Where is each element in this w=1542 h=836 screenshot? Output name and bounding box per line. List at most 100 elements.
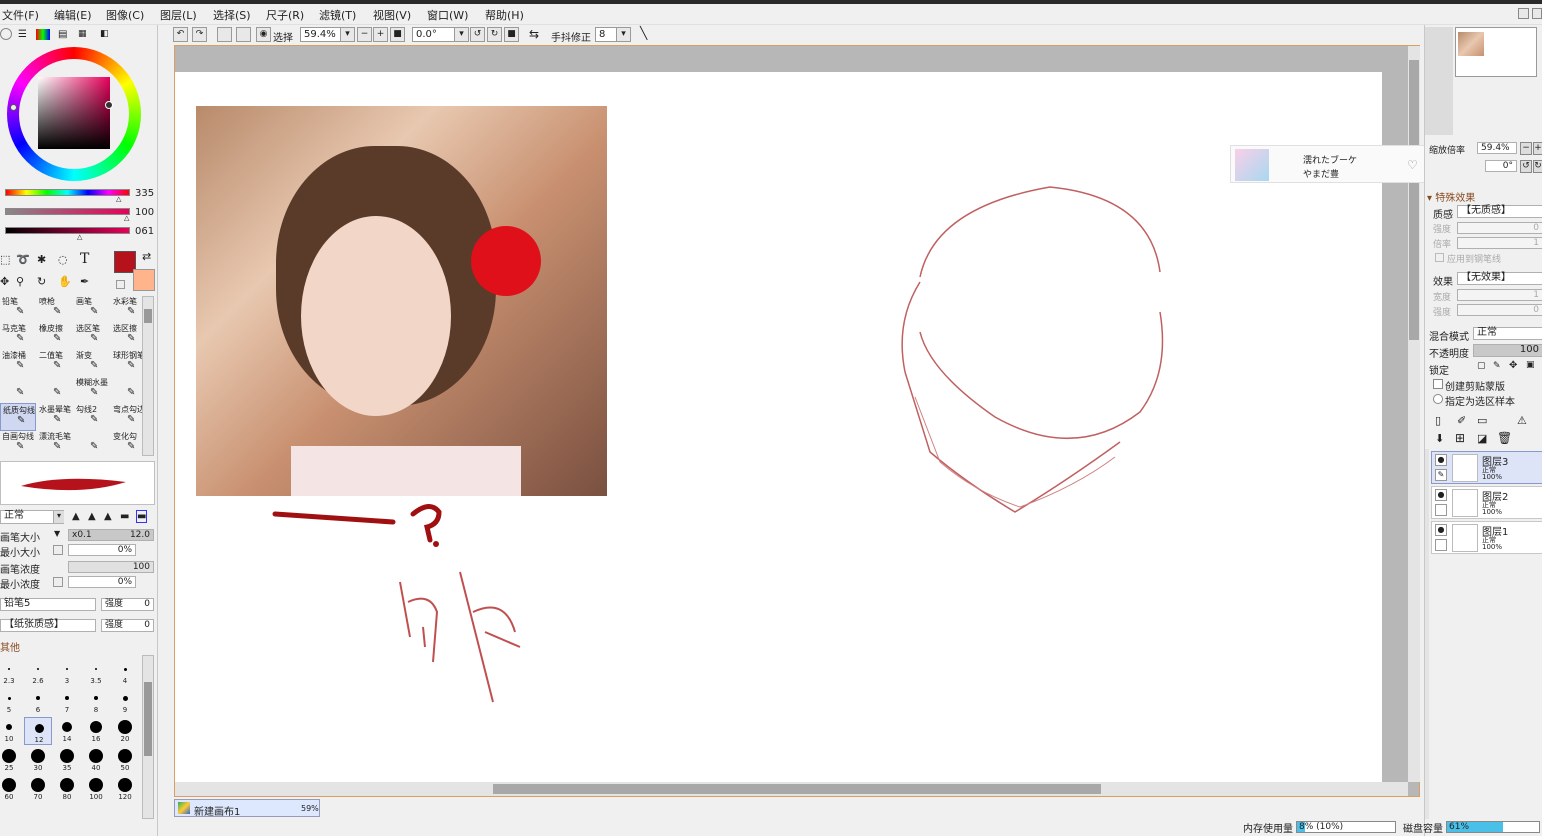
tip-round-icon[interactable]: ▲ <box>88 511 96 522</box>
swatch-mode-icon[interactable]: ▤ <box>58 29 67 40</box>
brush-tool-2-1[interactable]: 二值笔 ✎ <box>37 349 73 377</box>
redo-button[interactable]: ↷ <box>192 27 207 42</box>
min-density-slider[interactable]: 0% <box>68 576 136 588</box>
merge-down-icon[interactable]: ⬇ <box>1435 432 1444 445</box>
brush-size-slider[interactable]: x0.1 12.0 <box>68 529 154 541</box>
nav-zoom-in-button[interactable]: + <box>1533 142 1542 155</box>
palette-mode-icon[interactable] <box>36 29 50 40</box>
select-pen-icon[interactable]: ◌ <box>58 253 68 266</box>
new-layer-icon[interactable]: ▯ <box>1435 414 1441 427</box>
minimize-button[interactable] <box>1518 8 1529 19</box>
clip-mask-checkbox[interactable] <box>1433 379 1443 389</box>
brush-size-option[interactable]: 3.5 <box>82 659 110 687</box>
brush-tool-3-1[interactable]: ✎ <box>37 376 73 404</box>
restore-button[interactable] <box>1532 8 1542 19</box>
menu-ruler[interactable]: 尺子(R) <box>266 7 304 23</box>
nav-rotate-right-button[interactable]: ↻ <box>1533 160 1542 173</box>
brush-size-option[interactable]: 3 <box>53 659 81 687</box>
nav-zoom-field[interactable]: 59.4% <box>1477 142 1517 154</box>
brush-size-option[interactable]: 8 <box>82 688 110 716</box>
rotation-dropdown[interactable]: ▾ <box>454 27 469 42</box>
brush-size-option[interactable]: 120 <box>111 775 139 803</box>
menu-file[interactable]: 文件(F) <box>2 7 39 23</box>
secondary-color-swatch[interactable] <box>133 269 155 291</box>
zoom-out-button[interactable]: − <box>357 27 372 42</box>
nav-rotation-field[interactable]: 0° <box>1485 160 1517 172</box>
move-icon[interactable]: ✥ <box>0 275 9 288</box>
brush-size-option[interactable]: 10 <box>0 717 23 745</box>
layer-lock-icon[interactable] <box>1435 504 1447 516</box>
menu-select[interactable]: 选择(S) <box>213 7 251 23</box>
brush-tool-3-0[interactable]: ✎ <box>0 376 36 404</box>
tip-sharp-icon[interactable]: ▲ <box>72 511 80 522</box>
brush-size-option[interactable]: 70 <box>24 775 52 803</box>
brush-tool-5-0[interactable]: 自画勾线 ✎ <box>0 430 36 458</box>
brush-size-option[interactable]: 6 <box>24 688 52 716</box>
lasso-icon[interactable]: ➰ <box>16 253 30 266</box>
brush-tool-1-1[interactable]: 橡皮擦 ✎ <box>37 322 73 350</box>
tip-square-icon[interactable]: ▬ <box>136 510 148 523</box>
rotation-reset-button[interactable]: ■ <box>504 27 519 42</box>
layer-visibility-icon[interactable]: ● <box>1435 524 1447 536</box>
apply-pen-checkbox[interactable] <box>1435 253 1444 262</box>
brush-size-option[interactable]: 14 <box>53 717 81 745</box>
texture-select[interactable]: 【无质感】 <box>1457 205 1542 218</box>
deselect-button[interactable] <box>217 27 232 42</box>
lock-transparency-icon[interactable]: ▢ <box>1477 361 1486 371</box>
layer-blend-select[interactable]: 正常 <box>1473 327 1542 340</box>
color-mixer-mode-icon[interactable]: ◧ <box>100 29 109 39</box>
brush-tool-4-1[interactable]: 水墨晕笔 ✎ <box>37 403 73 431</box>
stabilizer-dropdown[interactable]: ▾ <box>616 27 631 42</box>
tool-grid-scrollbar[interactable] <box>142 296 154 456</box>
brush-tool-4-2[interactable]: 勾线2 ✎ <box>74 403 110 431</box>
brush-tool-5-1[interactable]: 漂流毛笔 ✎ <box>37 430 73 458</box>
brush-density-slider[interactable]: 100 <box>68 561 154 573</box>
size-grid-scrollbar[interactable] <box>142 655 154 819</box>
hand-tool-icon[interactable]: ✋ <box>58 275 72 288</box>
brush-tool-1-2[interactable]: 选区笔 ✎ <box>74 322 110 350</box>
brush-size-option[interactable]: 60 <box>0 775 23 803</box>
menu-help[interactable]: 帮助(H) <box>485 7 524 23</box>
brush-shape-select[interactable]: 铅笔5 <box>0 598 96 611</box>
strength-field[interactable]: 0 <box>1457 222 1542 234</box>
add-layer-icon[interactable]: ⊞ <box>1455 431 1465 445</box>
color-picker-handle[interactable] <box>105 101 113 109</box>
rotate-left-button[interactable]: ↺ <box>470 27 485 42</box>
rotation-field[interactable]: 0.0° <box>412 27 456 42</box>
brush-tool-0-2[interactable]: 画笔 ✎ <box>74 295 110 323</box>
new-folder-icon[interactable]: ▭ <box>1477 414 1487 427</box>
brush-size-option[interactable]: 80 <box>53 775 81 803</box>
nav-rotate-left-button[interactable]: ↺ <box>1520 160 1532 173</box>
undo-button[interactable]: ↶ <box>173 27 188 42</box>
brush-size-option[interactable]: 7 <box>53 688 81 716</box>
menu-filter[interactable]: 滤镜(T) <box>319 7 356 23</box>
layer-visibility-icon[interactable]: ● <box>1435 489 1447 501</box>
zoom-tool-icon[interactable]: ⚲ <box>16 275 24 288</box>
text-tool-icon[interactable]: T <box>80 251 89 267</box>
value-slider[interactable] <box>5 227 130 234</box>
texture-strength-field[interactable]: 强度 0 <box>101 619 154 632</box>
invert-selection-button[interactable] <box>236 27 251 42</box>
layer-lock-icon[interactable]: ✎ <box>1435 469 1447 481</box>
shape-strength-field[interactable]: 强度 0 <box>101 598 154 611</box>
brush-tool-2-2[interactable]: 渐变 ✎ <box>74 349 110 377</box>
zoom-in-button[interactable]: + <box>373 27 388 42</box>
lock-paint-icon[interactable]: ✎ <box>1493 361 1501 371</box>
brush-size-option[interactable]: 16 <box>82 717 110 745</box>
brush-tool-4-0[interactable]: 纸质勾线 ✎ <box>0 403 36 431</box>
brush-size-option[interactable]: 100 <box>82 775 110 803</box>
nav-zoom-out-button[interactable]: − <box>1520 142 1532 155</box>
menu-image[interactable]: 图像(C) <box>106 7 144 23</box>
rotate-tool-icon[interactable]: ↻ <box>37 275 46 288</box>
brush-size-option[interactable]: 35 <box>53 746 81 774</box>
heart-icon[interactable]: ♡ <box>1407 158 1418 172</box>
pen-line-icon[interactable]: ╲ <box>640 26 647 40</box>
brush-size-option[interactable]: 25 <box>0 746 23 774</box>
clear-layer-icon[interactable]: ◪ <box>1477 432 1487 445</box>
width-field[interactable]: 1 <box>1457 289 1542 301</box>
brush-tool-5-2[interactable]: ✎ <box>74 430 110 458</box>
layer-row[interactable]: ● ✎ 图层3 正常 100% <box>1431 451 1542 484</box>
layer-lock-icon[interactable] <box>1435 539 1447 551</box>
menu-view[interactable]: 视图(V) <box>373 7 411 23</box>
layer-row[interactable]: ● 图层2 正常 100% <box>1431 486 1542 519</box>
